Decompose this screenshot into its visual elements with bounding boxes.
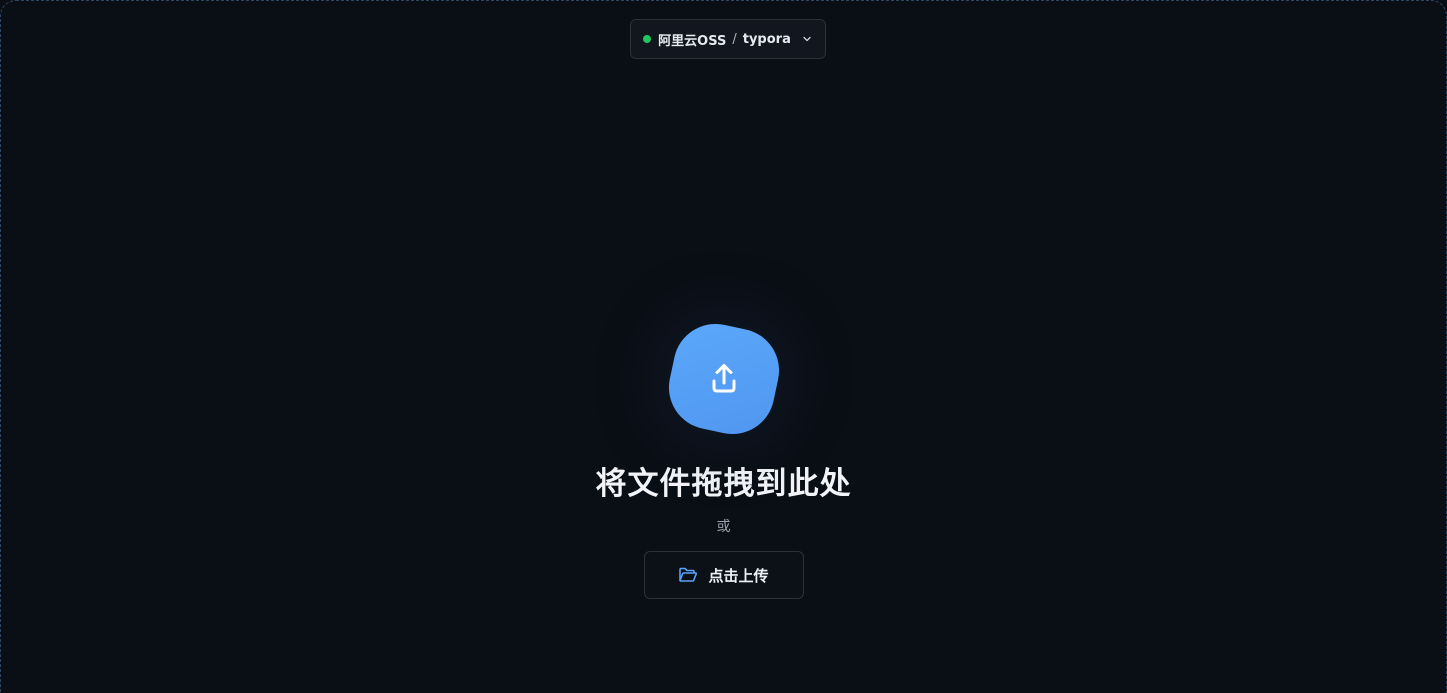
click-upload-button[interactable]: 点击上传 [643, 551, 804, 599]
drop-zone-content: 将文件拖拽到此处 或 点击上传 [1, 316, 1446, 599]
file-drop-zone[interactable]: 阿里云OSS / typora 将文件拖拽到此处 或 点击上传 [0, 0, 1447, 693]
or-separator-text: 或 [716, 519, 731, 535]
path-separator: / [732, 31, 737, 47]
connection-status-dot [643, 35, 652, 43]
folder-open-icon [678, 566, 698, 584]
storage-source-selector[interactable]: 阿里云OSS / typora [630, 19, 826, 59]
drop-zone-title: 将文件拖拽到此处 [595, 466, 852, 502]
upload-icon [660, 316, 787, 442]
click-upload-label: 点击上传 [708, 566, 769, 585]
bucket-name-label: typora [742, 31, 791, 47]
storage-provider-label: 阿里云OSS [658, 33, 727, 49]
chevron-down-icon [801, 33, 813, 45]
